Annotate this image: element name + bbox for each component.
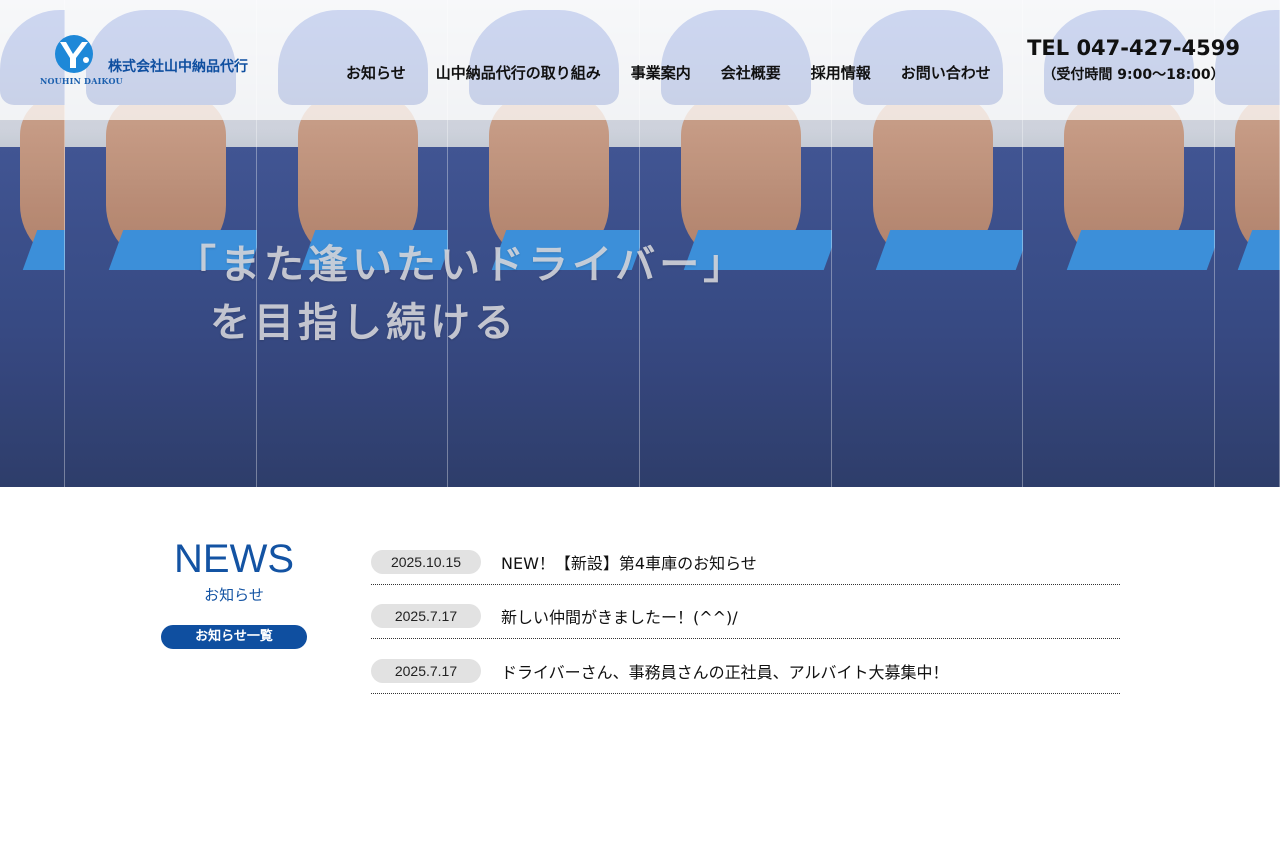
hero-copy-line-2: を目指し続ける bbox=[210, 300, 518, 346]
news-link[interactable]: 新しい仲間がきましたー！(^^)/ bbox=[501, 604, 738, 628]
news-title: NEWS bbox=[174, 537, 294, 581]
company-logo[interactable]: NOUHIN DAIKOU 株式会社山中納品代行 bbox=[40, 34, 248, 86]
news-heading: NEWS お知らせ お知らせ一覧 bbox=[160, 536, 308, 649]
news-item[interactable]: 2025.7.17 新しい仲間がきましたー！(^^)/ bbox=[371, 585, 1120, 639]
site-header: NOUHIN DAIKOU 株式会社山中納品代行 お知らせ 山中納品代行の取り組… bbox=[0, 0, 1280, 120]
news-subtitle: お知らせ bbox=[204, 586, 264, 604]
logo-subtitle: NOUHIN DAIKOU bbox=[40, 76, 123, 86]
hero-copy: 「また逢いたいドライバー」 を目指し続ける bbox=[176, 236, 747, 352]
nav-news[interactable]: お知らせ bbox=[346, 62, 406, 83]
hero-copy-line-1: 「また逢いたいドライバー」 bbox=[176, 242, 748, 288]
news-list: 2025.10.15 NEW！【新設】第4車庫のお知らせ 2025.7.17 新… bbox=[371, 530, 1120, 694]
news-list-button[interactable]: お知らせ一覧 bbox=[161, 625, 307, 649]
tel-number[interactable]: TEL 047-427-4599 bbox=[1027, 36, 1240, 60]
main-nav: お知らせ 山中納品代行の取り組み 事業案内 会社概要 採用情報 お問い合わせ bbox=[346, 62, 991, 83]
tel-hours: （受付時間 9:00〜18:00） bbox=[1042, 67, 1225, 83]
nav-recruit[interactable]: 採用情報 bbox=[811, 62, 871, 83]
company-name: 株式会社山中納品代行 bbox=[108, 59, 248, 75]
news-link[interactable]: ドライバーさん、事務員さんの正社員、アルバイト大募集中！ bbox=[501, 659, 949, 683]
news-date: 2025.7.17 bbox=[371, 604, 481, 629]
tel-contact[interactable]: TEL 047-427-4599 （受付時間 9:00〜18:00） bbox=[1027, 36, 1240, 84]
news-date: 2025.10.15 bbox=[371, 549, 481, 574]
nav-initiatives[interactable]: 山中納品代行の取り組み bbox=[436, 62, 601, 83]
news-item[interactable]: 2025.10.15 NEW！【新設】第4車庫のお知らせ bbox=[371, 530, 1120, 585]
nav-business[interactable]: 事業案内 bbox=[631, 62, 691, 83]
nav-company[interactable]: 会社概要 bbox=[721, 62, 781, 83]
news-date: 2025.7.17 bbox=[371, 658, 481, 683]
news-item[interactable]: 2025.7.17 ドライバーさん、事務員さんの正社員、アルバイト大募集中！ bbox=[371, 639, 1120, 694]
nav-contact[interactable]: お問い合わせ bbox=[901, 62, 991, 83]
logo-mark-icon: NOUHIN DAIKOU bbox=[40, 34, 123, 86]
news-link[interactable]: NEW！【新設】第4車庫のお知らせ bbox=[501, 550, 757, 574]
